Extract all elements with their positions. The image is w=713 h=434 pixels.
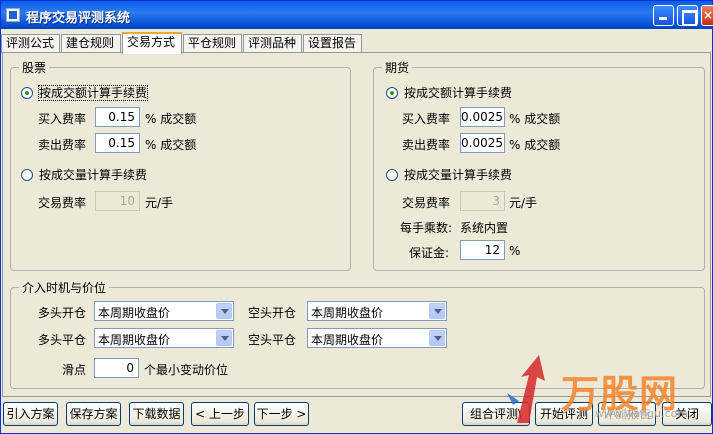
stock-buy-rate-unit: % 成交额	[145, 112, 197, 126]
tab-entry-rules[interactable]: 建仓规则	[61, 34, 121, 53]
futures-margin-label: 保证金:	[409, 246, 450, 260]
chevron-down-icon[interactable]	[216, 330, 232, 346]
stock-trade-rate-input[interactable]: 10	[95, 191, 140, 211]
futures-sell-rate-unit: % 成交额	[509, 138, 561, 152]
radio-selected-icon	[21, 86, 33, 99]
chevron-down-icon[interactable]	[429, 330, 445, 346]
slippage-input[interactable]: 0	[94, 358, 139, 378]
futures-buy-rate-label: 买入费率	[402, 112, 451, 126]
window-title: 程序交易评测系统	[26, 11, 131, 26]
stock-by-amount-radio[interactable]: 按成交额计算手续费	[21, 84, 149, 101]
entry-timing-title: 介入时机与价位	[22, 281, 107, 295]
futures-by-volume-radio[interactable]: 按成交量计算手续费	[386, 166, 512, 183]
futures-sell-rate-label: 卖出费率	[402, 138, 451, 152]
test-report-button[interactable]: 评测报告	[598, 402, 656, 426]
slippage-label: 滑点	[62, 363, 87, 377]
radio-selected-icon	[386, 86, 398, 99]
slippage-unit: 个最小变动价位	[144, 363, 229, 377]
tab-exit-rules[interactable]: 平仓规则	[183, 34, 242, 53]
stock-buy-rate-label: 买入费率	[38, 112, 87, 126]
long-close-select[interactable]: 本周期收盘价	[94, 328, 234, 348]
stock-trade-rate-unit: 元/手	[145, 196, 174, 210]
close-window-button[interactable]: ×	[701, 5, 713, 26]
futures-trade-rate-input[interactable]: 3	[460, 191, 505, 211]
stock-trade-rate-label: 交易费率	[38, 196, 87, 210]
short-close-label: 空头平仓	[248, 333, 297, 347]
futures-sell-rate-input[interactable]: 0.0025	[460, 133, 505, 153]
stock-group-title: 股票	[22, 61, 47, 75]
import-plan-button[interactable]: 引入方案	[3, 402, 58, 426]
minimize-button[interactable]	[653, 5, 674, 26]
combo-test-button[interactable]: 组合评测\	[462, 402, 530, 426]
tab-formula[interactable]: 评测公式	[1, 34, 60, 53]
tab-instruments[interactable]: 评测品种	[243, 34, 302, 53]
stock-buy-rate-input[interactable]: 0.15	[95, 107, 140, 127]
download-data-button[interactable]: 下载数据	[129, 402, 184, 426]
stock-sell-rate-label: 卖出费率	[38, 138, 87, 152]
stock-sell-rate-input[interactable]: 0.15	[95, 133, 140, 153]
radio-unselected-icon	[386, 168, 398, 181]
chevron-down-icon[interactable]	[216, 303, 232, 319]
futures-trade-rate-unit: 元/手	[509, 196, 538, 210]
maximize-button[interactable]	[677, 5, 698, 26]
short-close-select[interactable]: 本周期收盘价	[307, 328, 447, 348]
futures-buy-rate-unit: % 成交额	[509, 112, 561, 126]
futures-multiplier-label: 每手乘数:	[400, 221, 453, 235]
futures-trade-rate-label: 交易费率	[402, 196, 451, 210]
radio-unselected-icon	[21, 168, 33, 181]
futures-group-title: 期货	[385, 61, 410, 75]
long-close-label: 多头平仓	[38, 333, 87, 347]
short-open-select[interactable]: 本周期收盘价	[307, 301, 447, 321]
app-icon	[6, 8, 20, 22]
short-open-label: 空头开仓	[248, 306, 297, 320]
tab-panel: 股票 按成交额计算手续费 买入费率 0.15 % 成交额 卖出费率 0.15 %…	[2, 52, 711, 397]
next-step-button[interactable]: 下一步 >	[254, 402, 309, 426]
tab-trade-mode[interactable]: 交易方式	[122, 32, 182, 54]
prev-step-button[interactable]: < 上一步	[191, 402, 249, 426]
chevron-down-icon[interactable]	[429, 303, 445, 319]
stock-sell-rate-unit: % 成交额	[145, 138, 197, 152]
futures-multiplier-value: 系统内置	[460, 221, 509, 235]
main-window: 程序交易评测系统 × 评测公式 建仓规则 交易方式 平仓规则 评测品种 设置报告…	[0, 0, 713, 434]
tab-report-settings[interactable]: 设置报告	[303, 34, 362, 53]
futures-margin-input[interactable]: 12	[460, 240, 505, 260]
long-open-select[interactable]: 本周期收盘价	[94, 301, 234, 321]
futures-buy-rate-input[interactable]: 0.0025	[460, 107, 505, 127]
close-button[interactable]: 关闭	[662, 402, 712, 426]
start-test-button[interactable]: 开始评测	[535, 402, 593, 426]
futures-by-amount-radio[interactable]: 按成交额计算手续费	[386, 84, 512, 101]
save-plan-button[interactable]: 保存方案	[66, 402, 121, 426]
title-bar[interactable]: 程序交易评测系统 ×	[1, 1, 713, 29]
long-open-label: 多头开仓	[38, 306, 87, 320]
stock-by-volume-radio[interactable]: 按成交量计算手续费	[21, 166, 147, 183]
futures-margin-unit: %	[509, 244, 521, 258]
